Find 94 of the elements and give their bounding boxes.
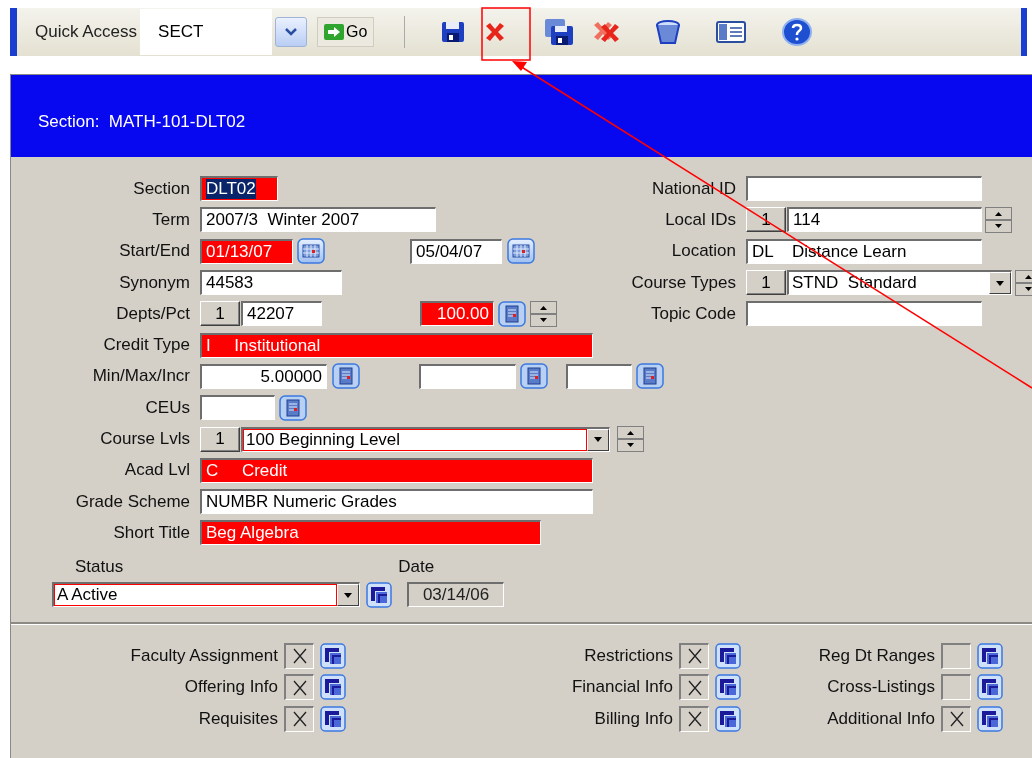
text-field[interactable]: C Credit [200,457,593,483]
field-label: Location [670,241,736,262]
field-label: Term [151,209,190,230]
number-field[interactable]: 100.00 [420,301,494,327]
detail-button[interactable] [977,674,1003,701]
detail-button[interactable] [320,674,346,701]
checkbox[interactable] [679,705,709,732]
lookup-button[interactable] [279,394,307,421]
chevron-icon [284,27,299,37]
text-field[interactable]: 44583 [200,270,342,296]
help-icon[interactable] [781,17,814,47]
text-field[interactable]: 114 [787,207,982,233]
section-link-label: Additional Info [826,708,935,729]
date-label: Date [398,556,436,577]
field-label: Topic Code [649,303,736,324]
section-link-label: Reg Dt Ranges [817,645,935,666]
section-link-label: Restrictions [583,645,673,666]
text-field[interactable]: 05/04/07 [410,238,502,264]
lookup-button[interactable] [636,363,664,390]
section-link-label: Offering Info [183,677,278,698]
spinner-button[interactable] [617,426,644,452]
section-link-label: Requisites [197,708,278,729]
detail-button[interactable] [715,642,741,669]
date-field: 03/14/06 [407,582,504,608]
counter-button[interactable]: 1 [200,301,240,327]
detail-button[interactable] [715,674,741,701]
text-field[interactable]: DLT02 [200,176,278,202]
detail-button[interactable] [320,642,346,669]
save-all-icon[interactable] [543,17,576,47]
caret-icon [996,280,1004,286]
lookup-button[interactable] [498,300,526,327]
text-field[interactable] [746,301,982,327]
dropdown-field[interactable]: 100 Beginning Level [241,426,610,452]
checkbox[interactable] [941,705,971,732]
lookup-button[interactable] [332,363,360,390]
field-label: Start/End [118,241,190,262]
checkbox[interactable] [941,642,971,669]
spinner-button[interactable] [530,300,557,327]
text-field[interactable]: I Institutional [200,332,593,358]
checkbox[interactable] [284,705,314,732]
detail-button[interactable] [977,705,1003,732]
checkbox[interactable] [284,674,314,701]
field-label: Local IDs [664,209,736,230]
section-link-label: Faculty Assignment [129,645,278,666]
quick-access-field[interactable]: SECT [140,9,273,55]
status-dropdown[interactable]: A Active [52,582,360,608]
field-label: Course Types [630,272,736,293]
counter-button[interactable]: 1 [746,270,786,296]
spinner-button[interactable] [985,206,1012,233]
section-link-label: Cross-Listings [826,677,935,698]
text-field[interactable] [746,176,982,202]
text-field[interactable]: 2007/3 Winter 2007 [200,207,436,233]
calendar-button[interactable] [297,238,325,265]
text-field[interactable] [200,395,275,421]
field-label: Short Title [112,522,190,543]
status-label: Status [75,556,124,577]
highlight-frame [481,7,531,61]
text-field[interactable]: 01/13/07 [200,238,293,264]
checkbox[interactable] [679,642,709,669]
field-label: National ID [650,178,736,199]
field-label: Course Lvls [99,429,190,449]
text-field[interactable]: NUMBR Numeric Grades [200,489,593,515]
detail-button[interactable] [366,581,392,608]
lookup-button[interactable] [520,363,548,390]
field-label: Min/Max/Incr [91,366,190,387]
section-header: Section: MATH-101-DLT02 [11,75,1032,157]
field-label: Depts/Pct [115,303,190,324]
section-link-label: Billing Info [593,708,673,729]
section-link-label: Financial Info [570,677,673,698]
detail-button[interactable] [977,642,1003,669]
number-field[interactable] [419,363,516,389]
go-button[interactable]: Go [317,17,375,47]
field-label: Section [132,178,190,199]
checkbox[interactable] [679,674,709,701]
quick-access-label: Quick Access [35,22,138,42]
dropdown-button[interactable] [275,17,308,47]
number-field[interactable] [566,363,632,389]
calendar-button[interactable] [507,238,535,265]
detail-button[interactable] [715,705,741,732]
text-field[interactable]: 42207 [241,301,322,327]
counter-button[interactable]: 1 [200,426,240,452]
field-label: Grade Scheme [74,491,190,512]
field-label: Acad Lvl [123,460,190,481]
field-label: Synonym [118,272,190,293]
checkbox[interactable] [941,674,971,701]
text-field[interactable]: Beg Algebra [200,520,541,546]
form-icon[interactable] [715,19,748,45]
field-label: CEUs [144,397,190,418]
checkbox[interactable] [284,642,314,669]
field-label: Credit Type [102,335,190,356]
detail-button[interactable] [320,705,346,732]
caret-icon [594,437,602,442]
caret-icon [344,592,352,598]
number-field[interactable]: 5.00000 [200,363,327,389]
